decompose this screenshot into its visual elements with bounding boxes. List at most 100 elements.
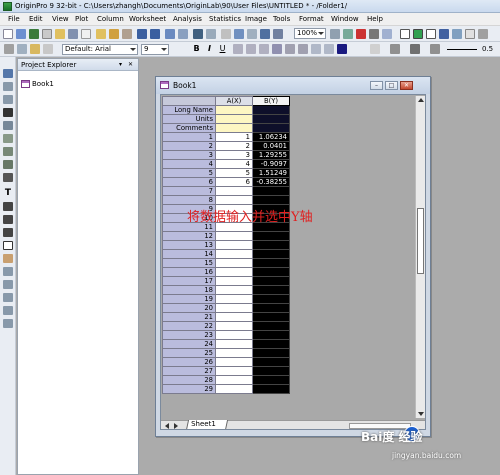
row-number[interactable]: 22: [162, 321, 216, 331]
meta-cell-a[interactable]: [215, 123, 253, 133]
cell-a[interactable]: [215, 357, 253, 367]
increase-font-icon[interactable]: [285, 44, 295, 54]
meta-row-label[interactable]: Comments: [162, 123, 216, 133]
row-number[interactable]: 18: [162, 285, 216, 295]
cell-b[interactable]: [252, 339, 290, 349]
new-layout-icon[interactable]: [68, 29, 78, 39]
cell-a[interactable]: [215, 186, 253, 196]
row-number[interactable]: 26: [162, 357, 216, 367]
row-number[interactable]: 15: [162, 258, 216, 268]
cell-b[interactable]: [252, 186, 290, 196]
cell-b[interactable]: -0.38255: [252, 177, 290, 187]
cell-a[interactable]: [215, 348, 253, 358]
screen-reader-icon[interactable]: [3, 121, 13, 130]
cell-b[interactable]: [252, 267, 290, 277]
zoom-select[interactable]: 100%: [294, 28, 326, 39]
save-template-icon[interactable]: [150, 29, 160, 39]
cell-a[interactable]: [215, 303, 253, 313]
zoom-out-tool-icon[interactable]: [3, 95, 13, 104]
menu-file[interactable]: File: [8, 15, 20, 23]
sheet-next-arrow[interactable]: [174, 423, 178, 429]
freehand-tool-icon[interactable]: [3, 280, 13, 289]
row-number[interactable]: 7: [162, 186, 216, 196]
cell-b[interactable]: 1.51249: [252, 168, 290, 178]
cell-a[interactable]: [215, 267, 253, 277]
row-number[interactable]: 14: [162, 249, 216, 259]
cell-b[interactable]: [252, 195, 290, 205]
layout-toggle-icon[interactable]: [452, 29, 462, 39]
worksheet-toggle-icon[interactable]: [426, 29, 436, 39]
cell-b[interactable]: 1.29255: [252, 150, 290, 160]
workbook-title-bar[interactable]: Book1 – □ ✕: [156, 77, 430, 94]
add-text-icon[interactable]: [3, 306, 13, 315]
paste-icon[interactable]: [30, 44, 40, 54]
cell-a[interactable]: 2: [215, 141, 253, 151]
cell-b[interactable]: -0.9097: [252, 159, 290, 169]
graph-toggle-icon[interactable]: [413, 29, 423, 39]
grid-corner[interactable]: [162, 96, 216, 106]
cell-a[interactable]: [215, 195, 253, 205]
row-number[interactable]: 24: [162, 339, 216, 349]
new-notes-icon[interactable]: [81, 29, 91, 39]
menu-statistics[interactable]: Statistics: [209, 15, 241, 23]
superscript-icon[interactable]: [233, 44, 243, 54]
rectangle-tool-icon[interactable]: [3, 241, 13, 250]
cell-b[interactable]: [252, 294, 290, 304]
save-icon[interactable]: [137, 29, 147, 39]
row-number[interactable]: 17: [162, 276, 216, 286]
vertical-scroll-thumb[interactable]: [417, 208, 424, 274]
notes-toggle-icon[interactable]: [465, 29, 475, 39]
cell-b[interactable]: [252, 375, 290, 385]
menu-plot[interactable]: Plot: [75, 15, 88, 23]
row-number[interactable]: 3: [162, 150, 216, 160]
meta-row-label[interactable]: Units: [162, 114, 216, 124]
cell-b[interactable]: [252, 276, 290, 286]
underline-button[interactable]: U: [218, 44, 227, 53]
import-wizard-icon[interactable]: [178, 29, 188, 39]
object-icon[interactable]: [3, 319, 13, 328]
explorer-item-book1[interactable]: Book1: [21, 80, 54, 90]
new-matrix-icon[interactable]: [42, 29, 52, 39]
font-color-icon[interactable]: [337, 44, 347, 54]
cell-a[interactable]: [215, 231, 253, 241]
menu-worksheet[interactable]: Worksheet: [129, 15, 166, 23]
cell-b[interactable]: [252, 384, 290, 394]
cell-a[interactable]: 4: [215, 159, 253, 169]
column-header-b[interactable]: B(Y): [252, 96, 290, 106]
italic-button[interactable]: I: [205, 44, 214, 53]
cell-b[interactable]: [252, 348, 290, 358]
duplicate-icon[interactable]: [234, 29, 244, 39]
cell-b[interactable]: [252, 249, 290, 259]
scroll-up-arrow[interactable]: [418, 98, 424, 102]
close-button[interactable]: ✕: [400, 81, 413, 90]
row-number[interactable]: 2: [162, 141, 216, 151]
row-number[interactable]: 13: [162, 240, 216, 250]
cell-b[interactable]: [252, 366, 290, 376]
text-tool-icon[interactable]: T: [3, 189, 13, 198]
meta-cell-a[interactable]: [215, 114, 253, 124]
region-tool-icon[interactable]: [3, 267, 13, 276]
cell-a[interactable]: [215, 330, 253, 340]
menu-edit[interactable]: Edit: [29, 15, 43, 23]
menu-help[interactable]: Help: [367, 15, 383, 23]
command-window-icon[interactable]: [369, 29, 379, 39]
line-width-value[interactable]: 0.5: [482, 45, 493, 53]
row-number[interactable]: 23: [162, 330, 216, 340]
font-size-select[interactable]: 9: [141, 44, 169, 55]
minimize-button[interactable]: –: [370, 81, 383, 90]
arrow-tool-icon[interactable]: [3, 202, 13, 211]
meta-cell-a[interactable]: [215, 105, 253, 115]
meta-cell-b[interactable]: [252, 114, 290, 124]
import-icon[interactable]: [165, 29, 175, 39]
row-number[interactable]: 8: [162, 195, 216, 205]
hand-tool-icon[interactable]: [3, 254, 13, 263]
open-excel-icon[interactable]: [122, 29, 132, 39]
cell-b[interactable]: [252, 321, 290, 331]
menu-window[interactable]: Window: [331, 15, 359, 23]
cell-a[interactable]: [215, 339, 253, 349]
open-template-icon[interactable]: [109, 29, 119, 39]
cell-b[interactable]: [252, 330, 290, 340]
scroll-down-arrow[interactable]: [418, 412, 424, 416]
mask-points-icon[interactable]: [3, 173, 13, 182]
row-number[interactable]: 29: [162, 384, 216, 394]
